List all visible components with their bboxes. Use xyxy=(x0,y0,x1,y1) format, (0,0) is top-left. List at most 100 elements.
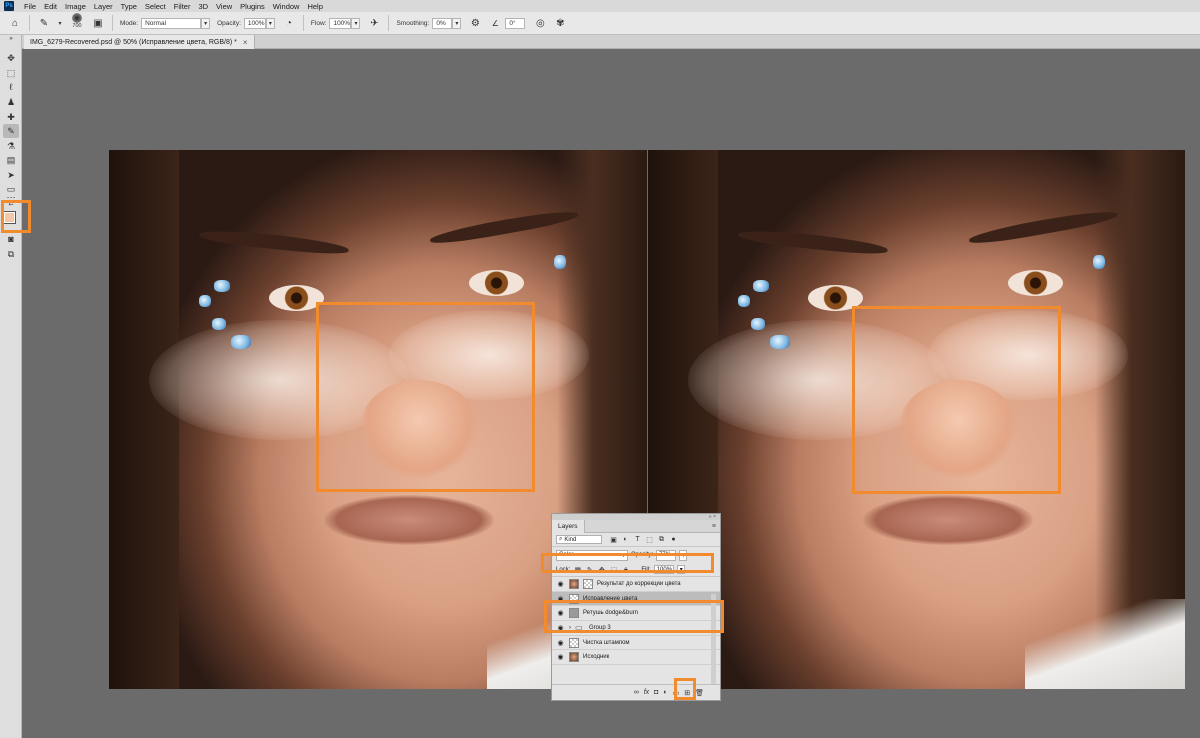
screen-mode-icon[interactable]: ⧉ xyxy=(3,247,19,261)
chevron-down-icon[interactable]: ▾ xyxy=(201,17,211,29)
gradient-tool-icon[interactable]: ▤ xyxy=(3,153,19,167)
menu-window[interactable]: Window xyxy=(269,2,304,11)
filter-type-icon[interactable]: T xyxy=(633,535,642,544)
adjustment-layer-icon[interactable]: ◐ xyxy=(663,689,667,696)
tab-layers[interactable]: Layers xyxy=(552,519,585,533)
filter-shape-icon[interactable]: ⬚ xyxy=(645,535,654,544)
eye-icon[interactable]: ◉ xyxy=(556,639,565,647)
filter-kind-select[interactable]: ⌕ Kind xyxy=(556,535,602,544)
layer-name: Исходник xyxy=(583,654,610,661)
healing-tool-icon[interactable]: ✚ xyxy=(3,110,19,124)
menu-layer[interactable]: Layer xyxy=(90,2,117,11)
collapse-panel-icon[interactable]: « × xyxy=(709,514,716,520)
menu-bar: Ps File Edit Image Layer Type Select Fil… xyxy=(0,0,1200,12)
menu-image[interactable]: Image xyxy=(61,2,90,11)
highlight-box-before xyxy=(316,302,535,492)
pressure-opacity-icon[interactable]: ◔ xyxy=(282,16,296,30)
link-layers-icon[interactable]: ∞ xyxy=(634,689,639,696)
close-icon[interactable]: × xyxy=(243,38,248,47)
new-layer-highlight xyxy=(674,678,696,700)
layers-title: Layers xyxy=(558,522,578,530)
menu-select[interactable]: Select xyxy=(141,2,170,11)
layer-row[interactable]: ◉ Чистка штампом xyxy=(552,636,720,651)
layer-mask-thumbnail xyxy=(583,578,593,589)
separator xyxy=(388,15,390,31)
smoothing-input[interactable]: 0% xyxy=(432,17,453,29)
brush-tool-icon[interactable]: ✎ xyxy=(37,16,51,30)
trash-icon[interactable]: 🗑︎ xyxy=(695,689,704,697)
menu-plugins[interactable]: Plugins xyxy=(236,2,269,11)
layer-filter-row: ⌕ Kind ▣ ◐ T ⬚ ⧉ ● xyxy=(552,533,720,547)
layer-thumbnail xyxy=(569,637,579,648)
angle-input[interactable]: 0° xyxy=(505,17,526,29)
angle-value: 0° xyxy=(509,19,516,27)
tools-panel: » ✥ ⬚ ℓ ♟ ✚ ✎ ⚗ ▤ ➤ ▭ ⋯ ⇄ ◙ ⧉ xyxy=(0,35,22,738)
mode-value: Normal xyxy=(145,19,167,27)
menu-3d[interactable]: 3D xyxy=(194,2,212,11)
separator xyxy=(112,15,113,31)
mode-select[interactable]: Normal xyxy=(141,17,202,29)
menu-type[interactable]: Type xyxy=(117,2,141,11)
panel-collapse-icon[interactable]: » xyxy=(3,35,19,42)
brush-preset-picker[interactable]: 700 xyxy=(69,13,85,33)
layer-thumbnail xyxy=(569,652,579,663)
highlight-box-after xyxy=(852,306,1061,494)
stamp-tool-icon[interactable]: ♟ xyxy=(3,95,19,109)
brush-size: 700 xyxy=(72,23,82,29)
brush-settings-icon[interactable]: ▣ xyxy=(91,16,105,30)
smoothing-value: 0% xyxy=(436,19,446,27)
mode-label: Mode: xyxy=(120,19,139,27)
opacity-label: Opacity: xyxy=(217,19,241,27)
pressure-size-icon[interactable]: ◎ xyxy=(533,16,547,30)
panel-menu-icon[interactable]: ≡ xyxy=(712,523,716,530)
chevron-down-icon[interactable]: ▾ xyxy=(265,17,275,29)
menu-filter[interactable]: Filter xyxy=(170,2,195,11)
gear-icon[interactable]: ⚙ xyxy=(468,16,482,30)
symmetry-icon[interactable]: ✾ xyxy=(553,16,567,30)
layer-row[interactable]: ◉ Исходник xyxy=(552,650,720,666)
filter-pixel-icon[interactable]: ▣ xyxy=(609,535,618,544)
layer-name: Результат до коррекции цвета xyxy=(597,580,681,587)
menu-help[interactable]: Help xyxy=(303,2,326,11)
filter-smart-object-icon[interactable]: ⧉ xyxy=(657,535,666,544)
chevron-down-icon[interactable]: ▾ xyxy=(351,17,361,29)
angle-icon: ∠ xyxy=(491,18,499,28)
brush-tool-icon[interactable]: ✎ xyxy=(3,124,19,138)
clone-tool-icon[interactable]: ⚗ xyxy=(3,139,19,153)
filter-adjustment-icon[interactable]: ◐ xyxy=(621,535,630,544)
document-tab[interactable]: IMG_6279-Recovered.psd @ 50% (Исправлени… xyxy=(24,35,255,49)
layer-row[interactable]: ◉ Результат до коррекции цвета xyxy=(552,577,720,592)
chevron-down-icon[interactable]: ▾ xyxy=(452,17,462,29)
airbrush-icon[interactable]: ✈ xyxy=(367,16,381,30)
photoshop-logo-icon: Ps xyxy=(4,1,14,11)
filter-toggle-icon[interactable]: ● xyxy=(669,535,678,544)
layer-name: Чистка штампом xyxy=(583,639,630,646)
layer-thumbnail xyxy=(569,578,579,589)
opacity-value: 100% xyxy=(247,19,265,27)
marquee-tool-icon[interactable]: ⬚ xyxy=(3,66,19,80)
search-icon: ⌕ xyxy=(559,536,563,542)
layer-style-icon[interactable]: fx xyxy=(644,689,649,696)
layers-highlight xyxy=(544,600,724,633)
pointer-tool-icon[interactable]: ➤ xyxy=(3,168,19,182)
eye-icon[interactable]: ◉ xyxy=(556,653,565,661)
menu-view[interactable]: View xyxy=(212,2,236,11)
flow-value: 100% xyxy=(333,19,351,27)
quick-mask-icon[interactable]: ◙ xyxy=(3,232,19,246)
flow-input[interactable]: 100% xyxy=(329,17,352,29)
add-mask-icon[interactable]: ◘ xyxy=(654,689,658,696)
eye-icon[interactable]: ◉ xyxy=(556,580,565,588)
menu-file[interactable]: File xyxy=(20,2,40,11)
smoothing-label: Smoothing: xyxy=(396,19,430,27)
chevron-down-icon[interactable]: ▾ xyxy=(57,16,63,30)
document-tab-bar: IMG_6279-Recovered.psd @ 50% (Исправлени… xyxy=(22,35,1200,49)
opacity-input[interactable]: 100% xyxy=(243,17,266,29)
filter-kind-value: Kind xyxy=(564,536,577,543)
separator xyxy=(302,15,304,31)
separator xyxy=(29,15,30,31)
lasso-tool-icon[interactable]: ℓ xyxy=(3,80,19,94)
move-tool-icon[interactable]: ✥ xyxy=(3,51,19,65)
brush-tip-icon xyxy=(72,13,82,23)
home-icon[interactable]: ⌂ xyxy=(8,16,22,30)
menu-edit[interactable]: Edit xyxy=(40,2,61,11)
